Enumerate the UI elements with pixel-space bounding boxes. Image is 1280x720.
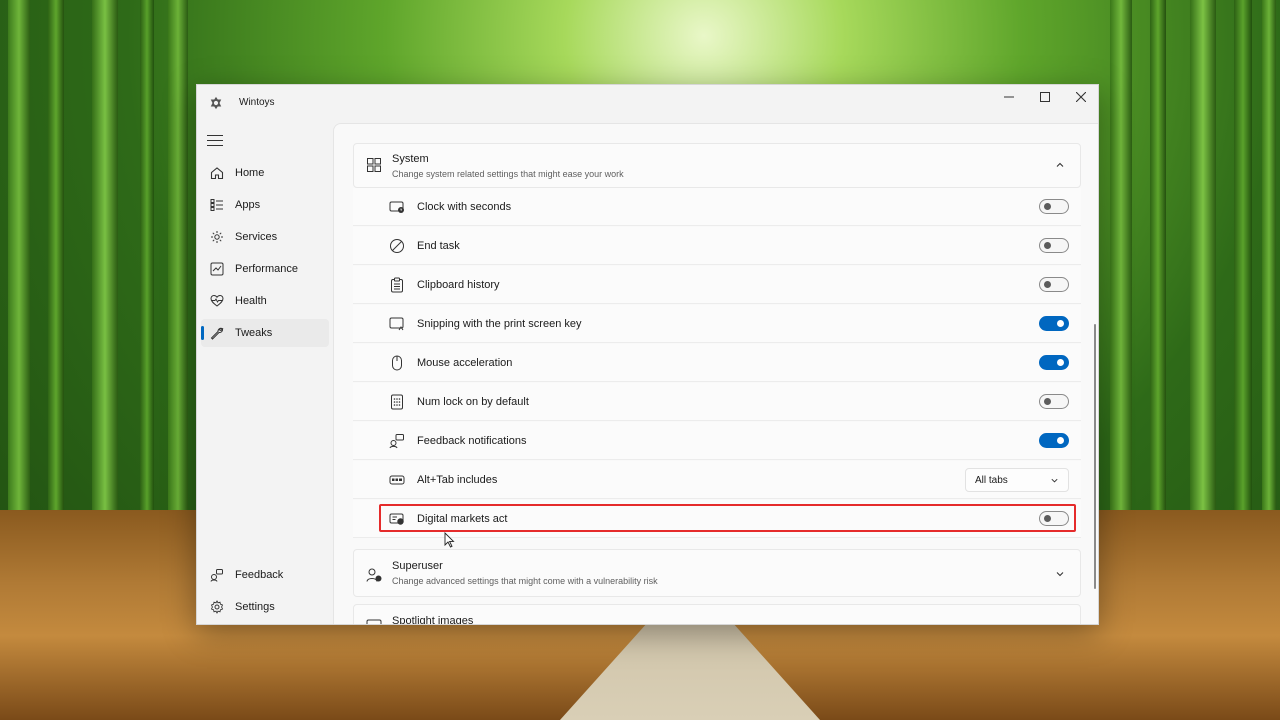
dma-icon [389, 511, 405, 527]
setting-label: Num lock on by default [417, 396, 529, 408]
alt-tab-dropdown[interactable]: All tabs [965, 468, 1069, 492]
minimize-icon [1004, 96, 1014, 98]
hamburger-icon [207, 135, 223, 137]
section-subtitle: Change advanced settings that might come… [392, 576, 658, 586]
nav-item-feedback[interactable]: Feedback [201, 561, 329, 589]
setting-label: Feedback notifications [417, 435, 527, 447]
section-title: Superuser [392, 560, 443, 572]
setting-row-num-lock: Num lock on by default [353, 383, 1081, 421]
toggle-switch[interactable] [1039, 238, 1069, 253]
maximize-button[interactable] [1027, 85, 1063, 109]
section-title: System [392, 153, 429, 165]
spotlight-icon [366, 619, 382, 624]
app-title: Wintoys [239, 97, 275, 108]
snipping-icon [389, 316, 405, 332]
nav-label: Settings [235, 601, 275, 613]
nav-label: Health [235, 295, 267, 307]
superuser-icon [366, 568, 382, 582]
setting-row-feedback-notifications: Feedback notifications [353, 422, 1081, 460]
nav-label: Performance [235, 263, 298, 275]
setting-label: Mouse acceleration [417, 357, 513, 369]
superuser-section-header[interactable]: Superuser Change advanced settings that … [353, 549, 1081, 597]
numpad-icon [389, 394, 405, 410]
setting-row-end-task: End task [353, 227, 1081, 265]
setting-label: Snipping with the print screen key [417, 318, 582, 330]
setting-row-alt-tab: Alt+Tab includes All tabs [353, 461, 1081, 499]
setting-row-clock-with-seconds: Clock with seconds [353, 188, 1081, 226]
setting-row-snipping: Snipping with the print screen key [353, 305, 1081, 343]
scrollbar[interactable] [1094, 324, 1096, 589]
nav-item-performance[interactable]: Performance [201, 255, 329, 283]
end-task-icon [389, 238, 405, 254]
alt-tab-icon [389, 472, 405, 488]
setting-row-digital-markets-act: Digital markets act [353, 500, 1081, 538]
nav-item-home[interactable]: Home [201, 159, 329, 187]
chevron-down-icon[interactable] [1054, 568, 1066, 580]
toggle-switch[interactable] [1039, 433, 1069, 448]
feedback-notify-icon [389, 433, 405, 449]
chevron-down-icon [1051, 478, 1058, 483]
system-icon [367, 158, 381, 172]
toggle-switch[interactable] [1039, 199, 1069, 214]
nav-item-tweaks[interactable]: Tweaks [201, 319, 329, 347]
apps-icon [209, 197, 225, 213]
wintoys-logo-icon [210, 96, 222, 110]
setting-label: Clock with seconds [417, 201, 512, 213]
nav-item-settings[interactable]: Settings [201, 593, 329, 621]
setting-label: Clipboard history [417, 279, 500, 291]
section-subtitle: Change system related settings that migh… [392, 169, 624, 179]
spotlight-section[interactable]: Spotlight images [353, 604, 1081, 625]
setting-label: End task [417, 240, 460, 252]
toggle-switch[interactable] [1039, 355, 1069, 370]
toggle-switch[interactable] [1039, 394, 1069, 409]
app-window: Wintoys Home Apps Services Performance H… [196, 84, 1099, 625]
system-section-header[interactable]: System Change system related settings th… [353, 143, 1081, 188]
setting-label: Alt+Tab includes [417, 474, 498, 486]
setting-row-clipboard-history: Clipboard history [353, 266, 1081, 304]
home-icon [209, 165, 225, 181]
minimize-button[interactable] [991, 85, 1027, 109]
nav-item-apps[interactable]: Apps [201, 191, 329, 219]
title-bar[interactable]: Wintoys [197, 85, 1098, 121]
nav-label: Home [235, 167, 265, 179]
section-title: Spotlight images [392, 615, 474, 625]
feedback-icon [209, 567, 225, 583]
close-button[interactable] [1063, 85, 1098, 109]
toggle-switch[interactable] [1039, 277, 1069, 292]
settings-icon [209, 599, 225, 615]
hamburger-menu-button[interactable] [207, 135, 223, 147]
setting-label: Digital markets act [417, 513, 508, 525]
nav-item-health[interactable]: Health [201, 287, 329, 315]
toggle-switch[interactable] [1039, 316, 1069, 331]
performance-icon [209, 261, 225, 277]
tweaks-icon [209, 325, 225, 341]
clock-icon [389, 199, 405, 215]
setting-row-mouse-acceleration: Mouse acceleration [353, 344, 1081, 382]
main-content[interactable]: System Change system related settings th… [333, 123, 1098, 625]
toggle-switch[interactable] [1039, 511, 1069, 526]
nav-label: Tweaks [235, 327, 273, 339]
services-icon [209, 229, 225, 245]
nav-label: Apps [235, 199, 261, 211]
mouse-icon [389, 355, 405, 371]
maximize-icon [1040, 92, 1050, 102]
nav-label: Services [235, 231, 278, 243]
health-icon [209, 293, 225, 309]
dropdown-value: All tabs [975, 475, 1008, 486]
mouse-cursor-icon [444, 532, 455, 548]
close-icon [1076, 92, 1086, 102]
nav-item-services[interactable]: Services [201, 223, 329, 251]
chevron-up-icon[interactable] [1054, 159, 1066, 171]
clipboard-icon [389, 277, 405, 293]
nav-label: Feedback [235, 569, 284, 581]
